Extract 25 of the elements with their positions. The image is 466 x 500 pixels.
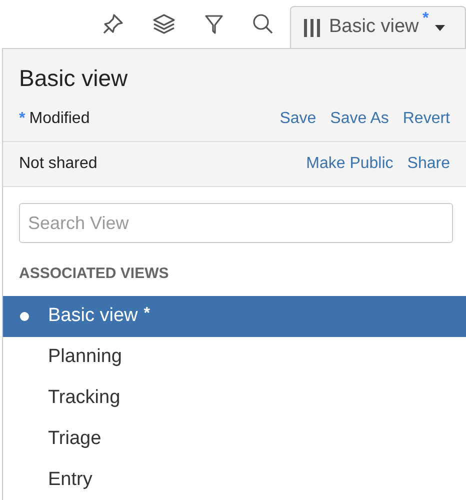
action-link[interactable]: Share bbox=[407, 152, 450, 176]
action-link[interactable]: Save As bbox=[330, 107, 389, 131]
view-item[interactable]: Triage bbox=[3, 418, 466, 460]
view-item[interactable]: Entry bbox=[3, 460, 466, 500]
caret-icon bbox=[434, 24, 445, 30]
action-link[interactable]: Make Public bbox=[306, 152, 394, 176]
view-item[interactable]: Planning bbox=[3, 336, 466, 378]
columns-icon bbox=[303, 18, 321, 38]
bullet-icon bbox=[20, 312, 29, 320]
action-link[interactable]: Save bbox=[280, 107, 316, 131]
pin-icon[interactable] bbox=[102, 13, 124, 35]
modified-marker: * bbox=[19, 109, 26, 129]
filter-icon[interactable] bbox=[204, 13, 224, 35]
sharing-status: Not shared bbox=[19, 154, 98, 174]
layers-icon[interactable] bbox=[152, 13, 176, 35]
section-title: ASSOCIATED VIEWS bbox=[18, 264, 170, 284]
search-icon[interactable] bbox=[252, 13, 274, 35]
status-label: Modified bbox=[29, 109, 90, 129]
modified-marker: * bbox=[422, 9, 429, 30]
view-item[interactable]: Tracking bbox=[3, 378, 466, 418]
panel-title: Basic view bbox=[19, 64, 129, 93]
view-item[interactable]: Basic view * bbox=[3, 296, 466, 336]
action-link[interactable]: Revert bbox=[402, 107, 450, 131]
search-field[interactable]: Search View bbox=[19, 203, 453, 243]
view-button[interactable]: Basic view * bbox=[290, 6, 466, 48]
